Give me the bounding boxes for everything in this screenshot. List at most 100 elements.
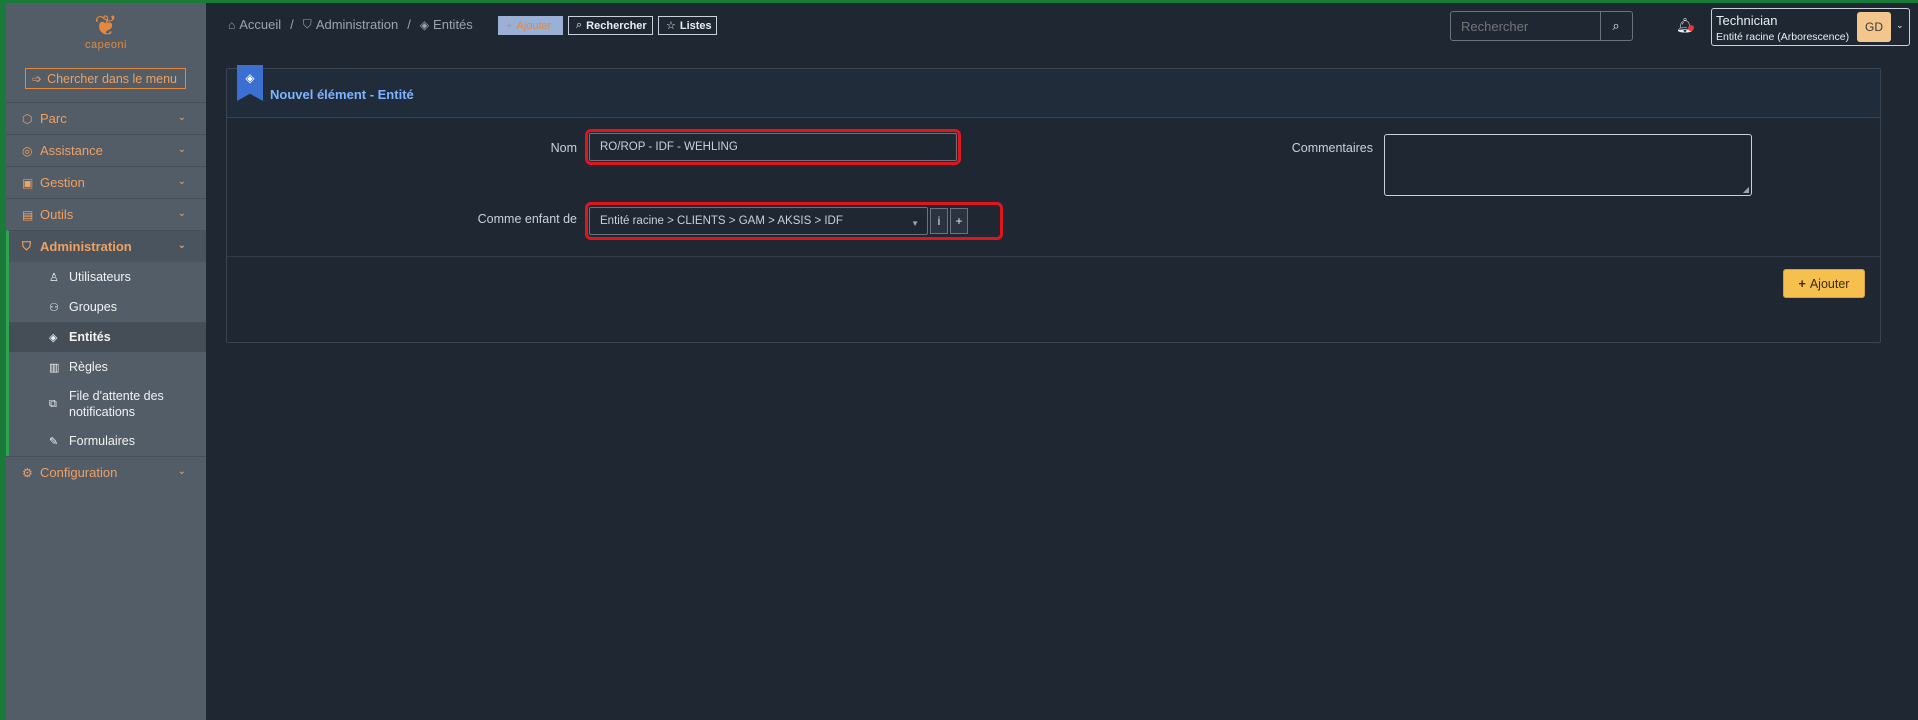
chevron-down-icon: ⌄ [1896, 20, 1904, 30]
sidebar-item-configuration[interactable]: ⚙ Configuration ⌄ [6, 456, 206, 488]
toolbar-lists-label: Listes [679, 19, 712, 32]
administration-submenu: ♙ Utilisateurs ⚇ Groupes ◈ Entités ▥ Règ… [6, 262, 206, 456]
app-window: ❦ capeoni ➩ Chercher dans le menu ⬡ Parc… [6, 3, 1918, 720]
submit-add-button[interactable]: + Ajouter [1783, 269, 1865, 298]
sidebar-subitem-regles[interactable]: ▥ Règles [9, 352, 206, 382]
entity-form-card: ◈ Nouvel élément - Entité Nom Comme enfa… [226, 65, 1881, 343]
sidebar-subitem-utilisateurs[interactable]: ♙ Utilisateurs [9, 262, 206, 292]
home-icon: ⌂ [228, 17, 236, 32]
sidebar-item-label: Gestion [40, 175, 85, 190]
toolbar-search-label: Rechercher [586, 19, 647, 32]
parent-label: Comme enfant de [477, 212, 577, 226]
headset-icon: ◎ [22, 143, 33, 158]
menu-search-label: Chercher dans le menu [47, 71, 177, 86]
sidebar-item-gestion[interactable]: ▣ Gestion ⌄ [6, 166, 206, 198]
name-field-wrapper [585, 129, 961, 165]
chevron-down-icon: ⌄ [177, 466, 186, 477]
menu-search-button[interactable]: ➩ Chercher dans le menu [25, 68, 186, 89]
avatar: GD [1857, 12, 1891, 42]
name-input[interactable] [600, 141, 956, 153]
chevron-down-icon: ⌄ [177, 240, 186, 251]
breadcrumb-separator: / [290, 17, 294, 32]
notification-dot [1688, 25, 1694, 31]
chevron-down-icon: ⌄ [177, 208, 186, 219]
search-icon: ⌕ [576, 19, 583, 31]
logo[interactable]: ❦ capeoni [6, 10, 206, 52]
parent-info-button[interactable]: i [930, 208, 948, 234]
shield-icon: ⛉ [22, 239, 32, 253]
sidebar-subitem-groupes[interactable]: ⚇ Groupes [9, 292, 206, 322]
queue-icon: ⧉ [49, 397, 57, 410]
topbar: ⌂ Accueil / ⛉ Administration / ◈ Entités… [206, 3, 1918, 53]
edit-icon: ✎ [49, 435, 59, 448]
sidebar-item-label: Configuration [40, 465, 118, 480]
sidebar-subitem-label: Règles [69, 360, 108, 374]
briefcase-icon: ▤ [22, 207, 34, 222]
stack-icon: ◈ [419, 17, 430, 32]
user-name: Technician [1716, 13, 1778, 28]
toolbar-search-button[interactable]: ⌕ Rechercher [568, 16, 653, 35]
sidebar-item-administration[interactable]: ⛉ Administration ⌄ [6, 230, 206, 262]
user-menu[interactable]: Technician Entité racine (Arborescence) … [1711, 8, 1910, 46]
book-icon: ▥ [49, 361, 60, 374]
resize-handle-icon[interactable]: ◢ [1743, 185, 1749, 194]
breadcrumb-section-label: Administration [315, 17, 399, 32]
breadcrumb-separator: / [407, 17, 411, 32]
breadcrumb-home[interactable]: ⌂ Accueil [228, 17, 281, 32]
parent-add-button[interactable]: + [950, 208, 968, 234]
plus-icon: + [955, 214, 963, 228]
sidebar-subitem-notification-queue[interactable]: ⧉ File d'attente des notifications [9, 382, 206, 426]
name-label: Nom [550, 141, 577, 155]
breadcrumb: ⌂ Accueil / ⛉ Administration / ◈ Entités [228, 17, 473, 32]
global-search: ⌕ [1450, 11, 1633, 41]
sidebar-item-label: Assistance [40, 143, 103, 158]
global-search-input[interactable] [1451, 12, 1601, 40]
sidebar-item-outils[interactable]: ▤ Outils ⌄ [6, 198, 206, 230]
stack-icon: ◈ [237, 65, 263, 101]
breadcrumb-entites[interactable]: ◈ Entités [420, 17, 473, 32]
toolbar-add-button[interactable]: + Ajouter [498, 16, 563, 35]
search-icon[interactable]: ⌕ [1601, 18, 1631, 34]
gear-icon: ⚙ [22, 465, 33, 480]
toolbar-lists-button[interactable]: ☆ Listes [658, 16, 717, 35]
caret-down-icon: ▼ [911, 219, 919, 228]
parent-select[interactable]: Entité racine > CLIENTS > GAM > AKSIS > … [589, 207, 928, 235]
info-icon: i [937, 214, 941, 228]
form-title: Nouvel élément - Entité [270, 87, 414, 102]
submit-add-label: Ajouter [1809, 276, 1850, 291]
users-icon: ⚇ [49, 301, 59, 314]
plus-icon: + [1798, 276, 1806, 291]
breadcrumb-administration[interactable]: ⛉ Administration [303, 17, 398, 32]
form-divider [227, 256, 1880, 257]
logo-text: capeoni [84, 39, 128, 51]
sidebar-subitem-formulaires[interactable]: ✎ Formulaires [9, 426, 206, 456]
sidebar-subitem-label: File d'attente des notifications [69, 389, 164, 419]
user-icon: ♙ [49, 271, 59, 284]
sidebar: ❦ capeoni ➩ Chercher dans le menu ⬡ Parc… [6, 3, 206, 720]
logo-mark-icon: ❦ [94, 10, 118, 41]
sidebar-item-label: Administration [40, 239, 132, 254]
chevron-down-icon: ⌄ [177, 144, 186, 155]
chevron-down-icon: ⌄ [177, 176, 186, 187]
sidebar-item-parc[interactable]: ⬡ Parc ⌄ [6, 102, 206, 134]
breadcrumb-home-label: Accueil [239, 17, 282, 32]
arrow-right-icon: ➩ [32, 71, 43, 86]
shield-icon: ⛉ [302, 17, 312, 31]
breadcrumb-page-label: Entités [433, 17, 473, 32]
star-icon: ☆ [666, 20, 676, 32]
sidebar-item-label: Outils [40, 207, 74, 222]
sidebar-subitem-label: Formulaires [69, 434, 135, 448]
sidebar-subitem-label: Groupes [69, 300, 117, 314]
box-icon: ⬡ [22, 111, 33, 126]
stack-icon: ◈ [49, 331, 58, 344]
comments-textarea[interactable]: ◢ [1384, 134, 1752, 196]
comments-label: Commentaires [1291, 141, 1373, 155]
plus-icon: + [506, 19, 513, 32]
chevron-down-icon: ⌄ [177, 112, 186, 123]
sidebar-subitem-label: Utilisateurs [69, 270, 131, 284]
user-entity: Entité racine (Arborescence) [1716, 31, 1850, 43]
sidebar-subitem-label: Entités [69, 330, 111, 344]
sidebar-item-assistance[interactable]: ◎ Assistance ⌄ [6, 134, 206, 166]
card-header: ◈ Nouvel élément - Entité [227, 65, 1880, 118]
sidebar-subitem-entites[interactable]: ◈ Entités [9, 322, 206, 352]
